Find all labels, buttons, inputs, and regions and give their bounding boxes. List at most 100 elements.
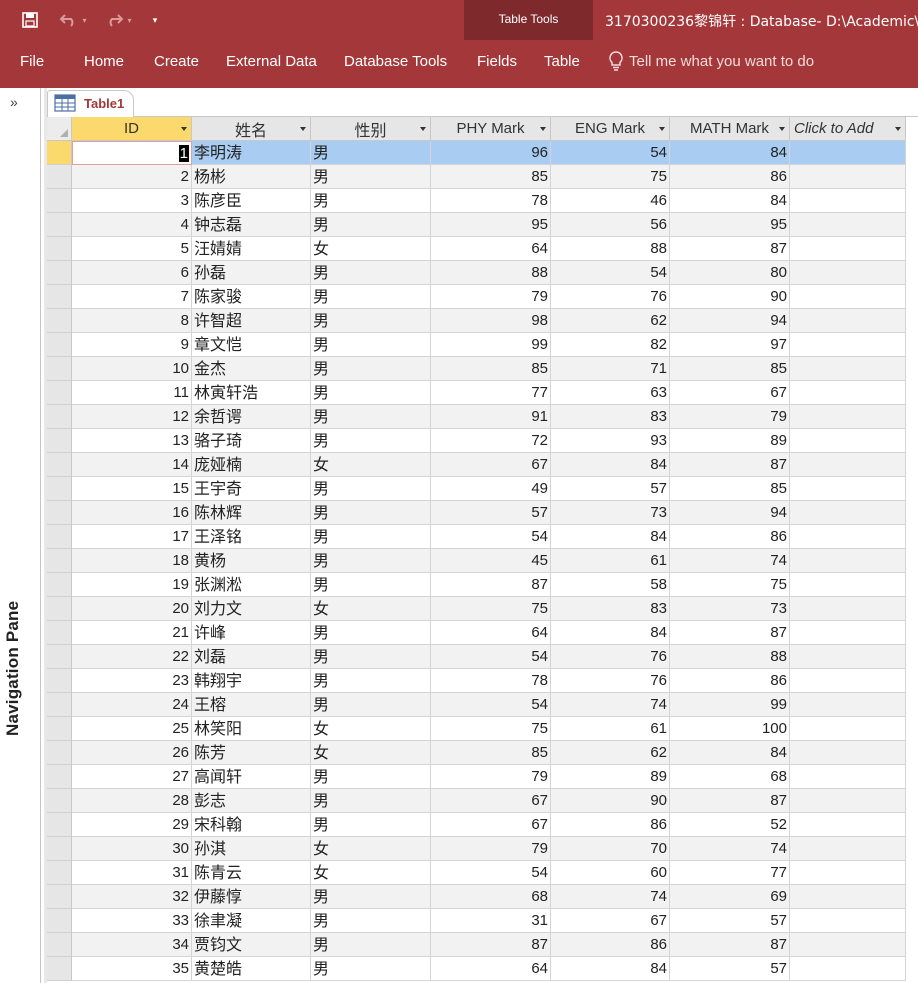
cell-phy-mark[interactable]: 79	[431, 285, 551, 309]
cell-id[interactable]: 15	[72, 477, 192, 501]
cell-gender[interactable]: 男	[311, 333, 431, 357]
cell-id[interactable]: 18	[72, 549, 192, 573]
cell-phy-mark[interactable]: 67	[431, 453, 551, 477]
cell-phy-mark[interactable]: 85	[431, 357, 551, 381]
cell-eng-mark[interactable]: 60	[551, 861, 670, 885]
cell-new-field[interactable]	[790, 405, 906, 429]
table-row[interactable]: 5 汪婧婧 女 64 88 87	[47, 237, 918, 261]
tab-home[interactable]: Home	[84, 53, 124, 70]
table-row[interactable]: 2 杨彬 男 85 75 86	[47, 165, 918, 189]
record-selector[interactable]	[47, 333, 72, 357]
column-header-eng-mark[interactable]: ENG Mark	[551, 117, 670, 141]
record-selector[interactable]	[47, 621, 72, 645]
cell-eng-mark[interactable]: 88	[551, 237, 670, 261]
cell-gender[interactable]: 男	[311, 813, 431, 837]
cell-eng-mark[interactable]: 57	[551, 477, 670, 501]
cell-id[interactable]: 29	[72, 813, 192, 837]
cell-gender[interactable]: 男	[311, 405, 431, 429]
cell-phy-mark[interactable]: 75	[431, 597, 551, 621]
cell-math-mark[interactable]: 85	[670, 357, 790, 381]
cell-new-field[interactable]	[790, 837, 906, 861]
cell-gender[interactable]: 男	[311, 621, 431, 645]
cell-new-field[interactable]	[790, 525, 906, 549]
record-selector[interactable]	[47, 885, 72, 909]
cell-id[interactable]: 2	[72, 165, 192, 189]
cell-new-field[interactable]	[790, 477, 906, 501]
cell-id[interactable]: 14	[72, 453, 192, 477]
cell-eng-mark[interactable]: 82	[551, 333, 670, 357]
cell-name[interactable]: 徐聿凝	[192, 909, 311, 933]
cell-name[interactable]: 孙磊	[192, 261, 311, 285]
column-header-math-mark[interactable]: MATH Mark	[670, 117, 790, 141]
cell-name[interactable]: 林笑阳	[192, 717, 311, 741]
cell-math-mark[interactable]: 94	[670, 309, 790, 333]
cell-id[interactable]: 5	[72, 237, 192, 261]
cell-name[interactable]: 韩翔宇	[192, 669, 311, 693]
tell-me-search[interactable]: Tell me what you want to do	[608, 51, 814, 71]
record-selector[interactable]	[47, 429, 72, 453]
cell-math-mark[interactable]: 95	[670, 213, 790, 237]
customize-qat-icon[interactable]: ▾	[148, 8, 162, 32]
cell-name[interactable]: 陈芳	[192, 741, 311, 765]
cell-name[interactable]: 彭志	[192, 789, 311, 813]
tab-external-data[interactable]: External Data	[226, 53, 317, 70]
cell-new-field[interactable]	[790, 357, 906, 381]
cell-eng-mark[interactable]: 93	[551, 429, 670, 453]
cell-gender[interactable]: 女	[311, 837, 431, 861]
cell-math-mark[interactable]: 52	[670, 813, 790, 837]
record-selector[interactable]	[47, 381, 72, 405]
cell-eng-mark[interactable]: 76	[551, 669, 670, 693]
chevron-down-icon[interactable]	[181, 127, 187, 131]
cell-name[interactable]: 余哲谔	[192, 405, 311, 429]
cell-eng-mark[interactable]: 61	[551, 717, 670, 741]
table-row[interactable]: 10 金杰 男 85 71 85	[47, 357, 918, 381]
record-selector[interactable]	[47, 789, 72, 813]
table-row[interactable]: 25 林笑阳 女 75 61 100	[47, 717, 918, 741]
cell-id[interactable]: 34	[72, 933, 192, 957]
cell-name[interactable]: 王泽铭	[192, 525, 311, 549]
cell-id[interactable]: 33	[72, 909, 192, 933]
redo-icon[interactable]: ▾	[100, 8, 136, 32]
cell-math-mark[interactable]: 57	[670, 957, 790, 981]
cell-math-mark[interactable]: 87	[670, 933, 790, 957]
cell-name[interactable]: 杨彬	[192, 165, 311, 189]
cell-eng-mark[interactable]: 86	[551, 813, 670, 837]
cell-new-field[interactable]	[790, 861, 906, 885]
table-row[interactable]: 27 高闻轩 男 79 89 68	[47, 765, 918, 789]
cell-id[interactable]: 6	[72, 261, 192, 285]
cell-eng-mark[interactable]: 62	[551, 741, 670, 765]
cell-id[interactable]: 16	[72, 501, 192, 525]
cell-eng-mark[interactable]: 83	[551, 405, 670, 429]
record-selector[interactable]	[47, 405, 72, 429]
cell-name[interactable]: 黄杨	[192, 549, 311, 573]
cell-id[interactable]: 13	[72, 429, 192, 453]
table-row[interactable]: 24 王榕 男 54 74 99	[47, 693, 918, 717]
record-selector[interactable]	[47, 933, 72, 957]
cell-gender[interactable]: 男	[311, 261, 431, 285]
table-row[interactable]: 26 陈芳 女 85 62 84	[47, 741, 918, 765]
record-selector[interactable]	[47, 357, 72, 381]
table-row[interactable]: 9 章文恺 男 99 82 97	[47, 333, 918, 357]
cell-new-field[interactable]	[790, 501, 906, 525]
cell-name[interactable]: 黄楚皓	[192, 957, 311, 981]
cell-name[interactable]: 刘磊	[192, 645, 311, 669]
cell-phy-mark[interactable]: 72	[431, 429, 551, 453]
record-selector[interactable]	[47, 837, 72, 861]
cell-new-field[interactable]	[790, 741, 906, 765]
cell-id[interactable]: 35	[72, 957, 192, 981]
cell-eng-mark[interactable]: 74	[551, 885, 670, 909]
cell-gender[interactable]: 男	[311, 357, 431, 381]
record-selector[interactable]	[47, 957, 72, 981]
record-selector[interactable]	[47, 693, 72, 717]
cell-phy-mark[interactable]: 54	[431, 693, 551, 717]
cell-phy-mark[interactable]: 67	[431, 789, 551, 813]
column-header-phy-mark[interactable]: PHY Mark	[431, 117, 551, 141]
cell-id[interactable]: 28	[72, 789, 192, 813]
cell-id[interactable]: 21	[72, 621, 192, 645]
cell-eng-mark[interactable]: 61	[551, 549, 670, 573]
table-row[interactable]: 15 王宇奇 男 49 57 85	[47, 477, 918, 501]
datasheet[interactable]: ID 姓名 性别 PHY Mark ENG Mark MATH Mark Cli…	[47, 117, 918, 983]
cell-gender[interactable]: 女	[311, 237, 431, 261]
cell-math-mark[interactable]: 68	[670, 765, 790, 789]
cell-name[interactable]: 钟志磊	[192, 213, 311, 237]
